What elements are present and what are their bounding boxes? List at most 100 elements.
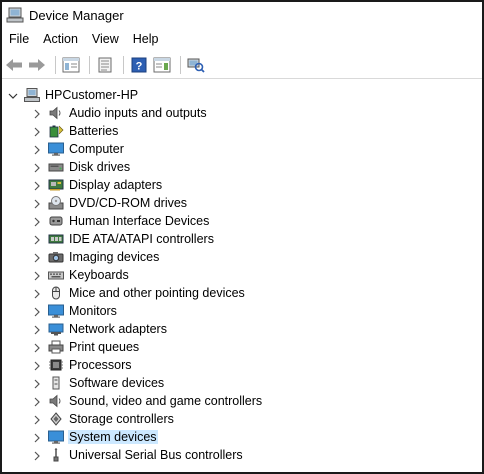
tree-item-print-queues[interactable]: Print queues (2, 338, 482, 356)
menu-help[interactable]: Help (130, 32, 166, 46)
chevron-down-icon[interactable] (8, 90, 18, 100)
monitor-icon (48, 142, 64, 156)
menu-view[interactable]: View (89, 32, 126, 46)
tree-item-display-adapters[interactable]: Display adapters (2, 176, 482, 194)
tree-item-sound-video-and-game-controllers[interactable]: Sound, video and game controllers (2, 392, 482, 410)
processor-icon (48, 358, 64, 372)
menu-action[interactable]: Action (40, 32, 85, 46)
keyboard-icon (48, 268, 64, 282)
back-icon[interactable] (4, 55, 24, 75)
tree-item-processors[interactable]: Processors (2, 356, 482, 374)
tree-item-disk-drives[interactable]: Disk drives (2, 158, 482, 176)
chevron-right-icon[interactable] (32, 432, 42, 443)
tree-item-label: IDE ATA/ATAPI controllers (69, 232, 214, 246)
tree-item-label: Universal Serial Bus controllers (69, 448, 243, 462)
printer-icon (48, 340, 64, 354)
tree-item-monitors[interactable]: Monitors (2, 302, 482, 320)
speaker-icon (48, 394, 64, 408)
tree-item-label: Computer (69, 142, 124, 156)
chevron-right-icon[interactable] (32, 378, 42, 389)
chevron-right-icon[interactable] (32, 270, 42, 281)
chevron-right-icon[interactable] (32, 162, 42, 173)
help-icon[interactable]: ? (129, 55, 149, 75)
forward-icon[interactable] (27, 55, 47, 75)
tree-item-label: Batteries (69, 124, 119, 138)
device-manager-icon (6, 7, 24, 23)
chevron-right-icon[interactable] (32, 144, 42, 155)
tree-item-label: Print queues (69, 340, 140, 354)
storage-controller-icon (48, 412, 64, 426)
mouse-icon (48, 286, 64, 300)
device-category-list: Audio inputs and outputs Batteries Compute… (2, 104, 482, 464)
software-device-icon (48, 376, 64, 390)
network-adapter-icon (48, 322, 64, 336)
tree-item-storage-controllers[interactable]: Storage controllers (2, 410, 482, 428)
chevron-right-icon[interactable] (32, 360, 42, 371)
tree-item-label: Monitors (69, 304, 117, 318)
tree-item-label: Imaging devices (69, 250, 160, 264)
chevron-right-icon[interactable] (32, 216, 42, 227)
tree-item-batteries[interactable]: Batteries (2, 122, 482, 140)
camera-icon (48, 250, 64, 264)
tree-root-computer[interactable]: HPCustomer-HP (2, 86, 482, 104)
tree-item-label: Storage controllers (69, 412, 174, 426)
chevron-right-icon[interactable] (32, 288, 42, 299)
tree-item-label: Keyboards (69, 268, 129, 282)
chevron-right-icon[interactable] (32, 306, 42, 317)
disk-drive-icon (48, 160, 64, 174)
tree-item-label: Display adapters (69, 178, 163, 192)
monitor-icon (48, 430, 64, 444)
tree-item-audio-inputs-and-outputs[interactable]: Audio inputs and outputs (2, 104, 482, 122)
properties-icon[interactable] (95, 55, 115, 75)
tree-item-network-adapters[interactable]: Network adapters (2, 320, 482, 338)
device-manager-window: Device Manager File Action View Help ? H… (0, 0, 484, 474)
show-hide-console-tree-icon[interactable] (61, 55, 81, 75)
chevron-right-icon[interactable] (32, 198, 42, 209)
svg-text:?: ? (136, 60, 143, 72)
computer-icon (24, 88, 40, 102)
tree-item-system-devices[interactable]: System devices (2, 428, 482, 446)
tree-item-dvd-cd-rom-drives[interactable]: DVD/CD-ROM drives (2, 194, 482, 212)
tree-item-universal-serial-bus-controllers[interactable]: Universal Serial Bus controllers (2, 446, 482, 464)
chevron-right-icon[interactable] (32, 396, 42, 407)
tree-item-label: Disk drives (69, 160, 131, 174)
hid-icon (48, 214, 64, 228)
tree-item-mice-and-other-pointing-devices[interactable]: Mice and other pointing devices (2, 284, 482, 302)
menu-bar: File Action View Help (2, 28, 482, 50)
toolbar-separator (89, 55, 90, 74)
tree-item-imaging-devices[interactable]: Imaging devices (2, 248, 482, 266)
tree-item-label: Software devices (69, 376, 165, 390)
ide-controller-icon (48, 232, 64, 246)
chevron-right-icon[interactable] (32, 342, 42, 353)
tree-item-label: Sound, video and game controllers (69, 394, 263, 408)
chevron-right-icon[interactable] (32, 450, 42, 461)
chevron-right-icon[interactable] (32, 414, 42, 425)
tree-item-software-devices[interactable]: Software devices (2, 374, 482, 392)
action-pane-icon[interactable] (152, 55, 172, 75)
battery-icon (48, 124, 64, 138)
chevron-right-icon[interactable] (32, 180, 42, 191)
tree-item-label: System devices (68, 430, 158, 444)
display-adapter-icon (48, 178, 64, 192)
usb-icon (48, 448, 64, 462)
menu-file[interactable]: File (6, 32, 36, 46)
tree-item-human-interface-devices[interactable]: Human Interface Devices (2, 212, 482, 230)
chevron-right-icon[interactable] (32, 126, 42, 137)
chevron-right-icon[interactable] (32, 234, 42, 245)
chevron-right-icon[interactable] (32, 252, 42, 263)
tree-item-label: Audio inputs and outputs (69, 106, 207, 120)
toolbar-separator (55, 55, 56, 74)
monitor-icon (48, 304, 64, 318)
chevron-right-icon[interactable] (32, 324, 42, 335)
tree-item-keyboards[interactable]: Keyboards (2, 266, 482, 284)
scan-hardware-icon[interactable] (186, 55, 206, 75)
tree-root-label: HPCustomer-HP (45, 88, 139, 102)
tree-item-label: Processors (69, 358, 132, 372)
chevron-right-icon[interactable] (32, 108, 42, 119)
title-bar: Device Manager (2, 2, 482, 28)
tree-item-label: Mice and other pointing devices (69, 286, 245, 300)
tree-item-ide-ata-atapi-controllers[interactable]: IDE ATA/ATAPI controllers (2, 230, 482, 248)
tree-item-label: Human Interface Devices (69, 214, 210, 228)
dvd-icon (48, 196, 64, 210)
tree-item-computer[interactable]: Computer (2, 140, 482, 158)
